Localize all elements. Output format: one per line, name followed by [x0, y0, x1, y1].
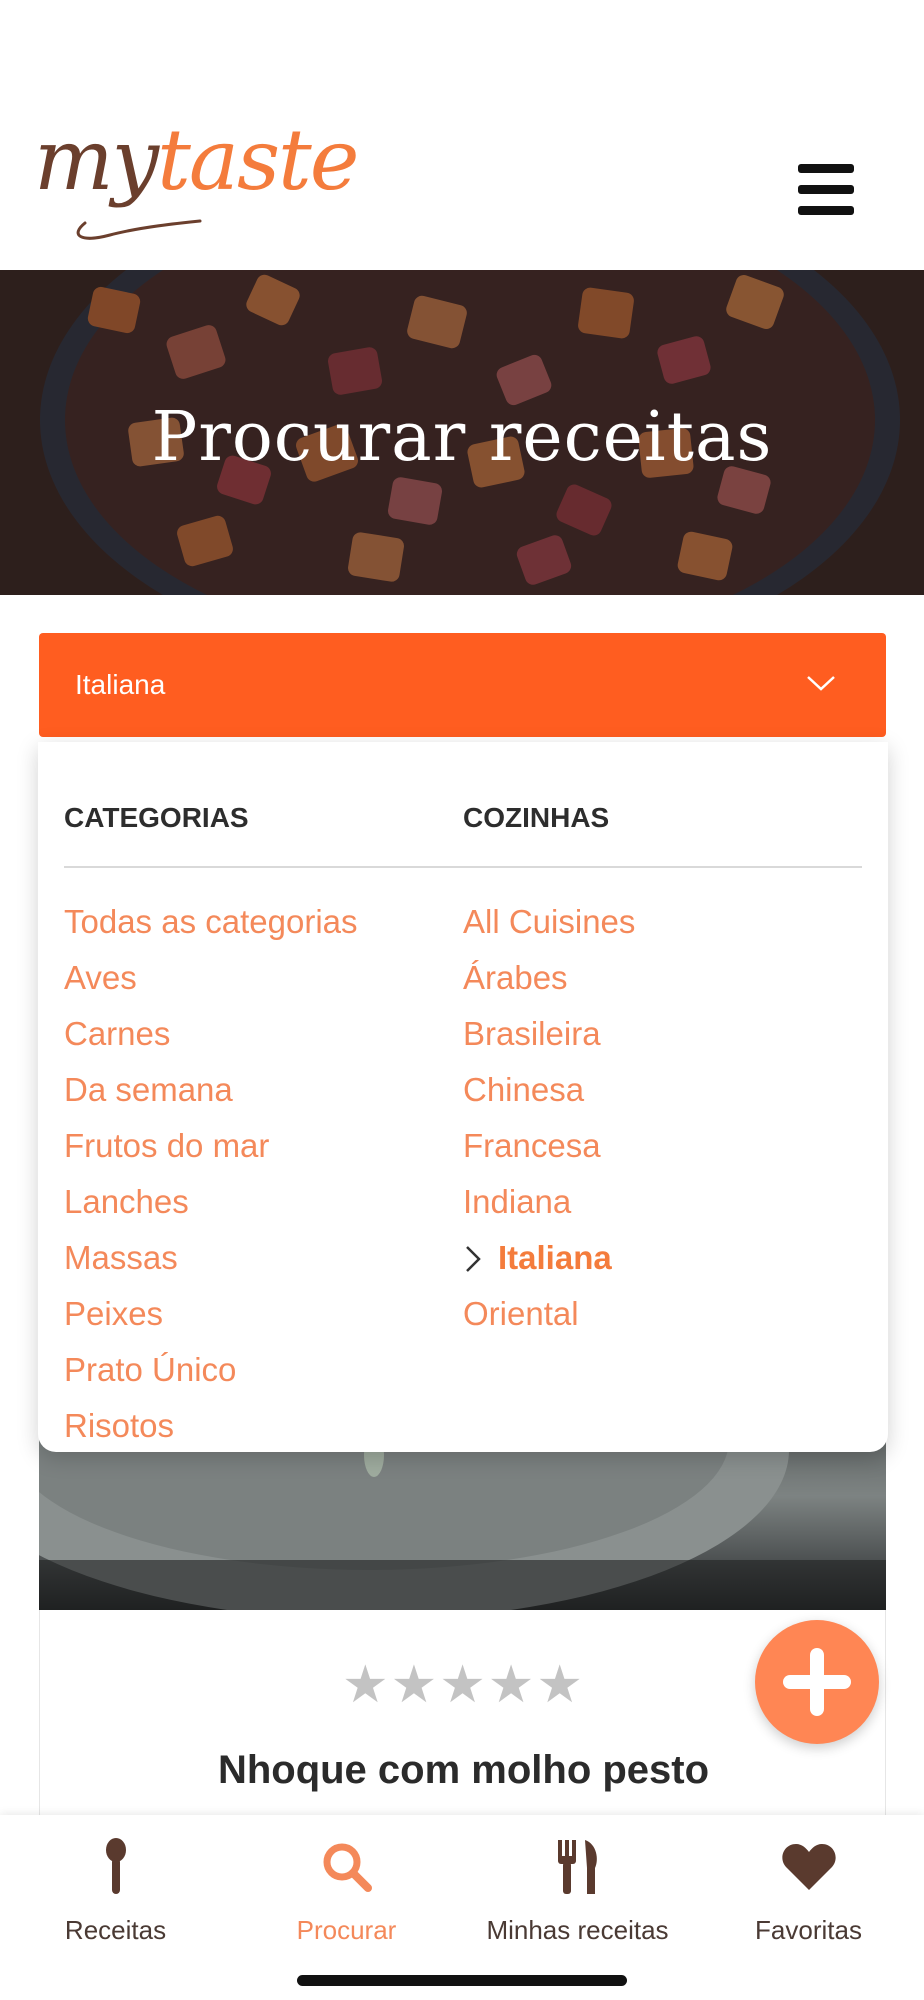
category-item[interactable]: Da semana [64, 1062, 358, 1118]
add-recipe-button[interactable] [755, 1620, 879, 1744]
category-item[interactable]: Carnes [64, 1006, 358, 1062]
mytaste-logo[interactable]: mytaste [34, 118, 360, 202]
category-item[interactable]: Lanches [64, 1174, 358, 1230]
hamburger-menu-icon[interactable] [798, 164, 854, 216]
nav-receitas[interactable]: Receitas [0, 1815, 231, 1965]
chevron-right-icon [466, 1246, 481, 1272]
plus-icon [783, 1648, 851, 1716]
logo-swash [76, 219, 202, 240]
divider [64, 866, 862, 868]
cuisines-heading: COZINHAS [463, 802, 610, 833]
selected-cuisine-label: Italiana [498, 1239, 612, 1276]
category-item[interactable]: Massas [64, 1230, 358, 1286]
nav-procurar[interactable]: Procurar [231, 1815, 462, 1965]
cuisine-item[interactable]: Árabes [463, 950, 635, 1006]
category-item[interactable]: Risotos [64, 1398, 358, 1454]
spoon-icon [105, 1838, 126, 1894]
chevron-down-icon [807, 676, 835, 691]
cuisine-item[interactable]: Indiana [463, 1174, 635, 1230]
logo-text-my: my [34, 111, 159, 209]
cuisine-item[interactable]: Oriental [463, 1286, 635, 1342]
bottom-navigation: Receitas Procurar Minhas receitas Favori… [0, 1815, 924, 2000]
nav-label: Favoritas [755, 1915, 862, 1945]
cuisine-item[interactable]: Chinesa [463, 1062, 635, 1118]
logo-text-taste: taste [157, 111, 359, 209]
app-header: mytaste [0, 0, 924, 270]
search-icon [323, 1843, 372, 1892]
category-item[interactable]: Prato Único [64, 1342, 358, 1398]
category-item[interactable]: Todas as categorias [64, 894, 358, 950]
nav-minhas-receitas[interactable]: Minhas receitas [462, 1815, 693, 1965]
filter-dropdown-panel: CATEGORIAS COZINHAS Todas as categorias … [38, 742, 888, 1452]
category-item[interactable]: Aves [64, 950, 358, 1006]
recipe-card[interactable]: ★★★★★ Nhoque com molho pesto [39, 1610, 886, 1825]
cuisine-item[interactable]: Francesa [463, 1118, 635, 1174]
cuisines-list: All Cuisines Árabes Brasileira Chinesa F… [463, 894, 635, 1342]
page-title: Procurar receitas [151, 398, 773, 477]
category-item[interactable]: Frutos do mar [64, 1118, 358, 1174]
hero-banner: Procurar receitas [0, 270, 924, 595]
categories-list: Todas as categorias Aves Carnes Da seman… [64, 894, 358, 1454]
heart-icon [781, 1844, 836, 1890]
nav-label: Procurar [296, 1915, 397, 1945]
select-value: Italiana [75, 669, 166, 700]
nav-label: Minhas receitas [486, 1915, 669, 1945]
utensils-icon [557, 1840, 597, 1894]
category-item[interactable]: Peixes [64, 1286, 358, 1342]
cuisine-item[interactable]: All Cuisines [463, 894, 635, 950]
cuisine-item-selected[interactable]: Italiana [463, 1230, 635, 1286]
nav-favoritas[interactable]: Favoritas [693, 1815, 924, 1965]
cuisine-item[interactable]: Brasileira [463, 1006, 635, 1062]
nav-label: Receitas [64, 1915, 167, 1945]
categories-heading: CATEGORIAS [64, 802, 249, 833]
home-indicator [297, 1975, 627, 1986]
cuisine-select[interactable]: Italiana [39, 633, 886, 737]
recipe-title[interactable]: Nhoque com molho pesto [40, 1748, 887, 1793]
